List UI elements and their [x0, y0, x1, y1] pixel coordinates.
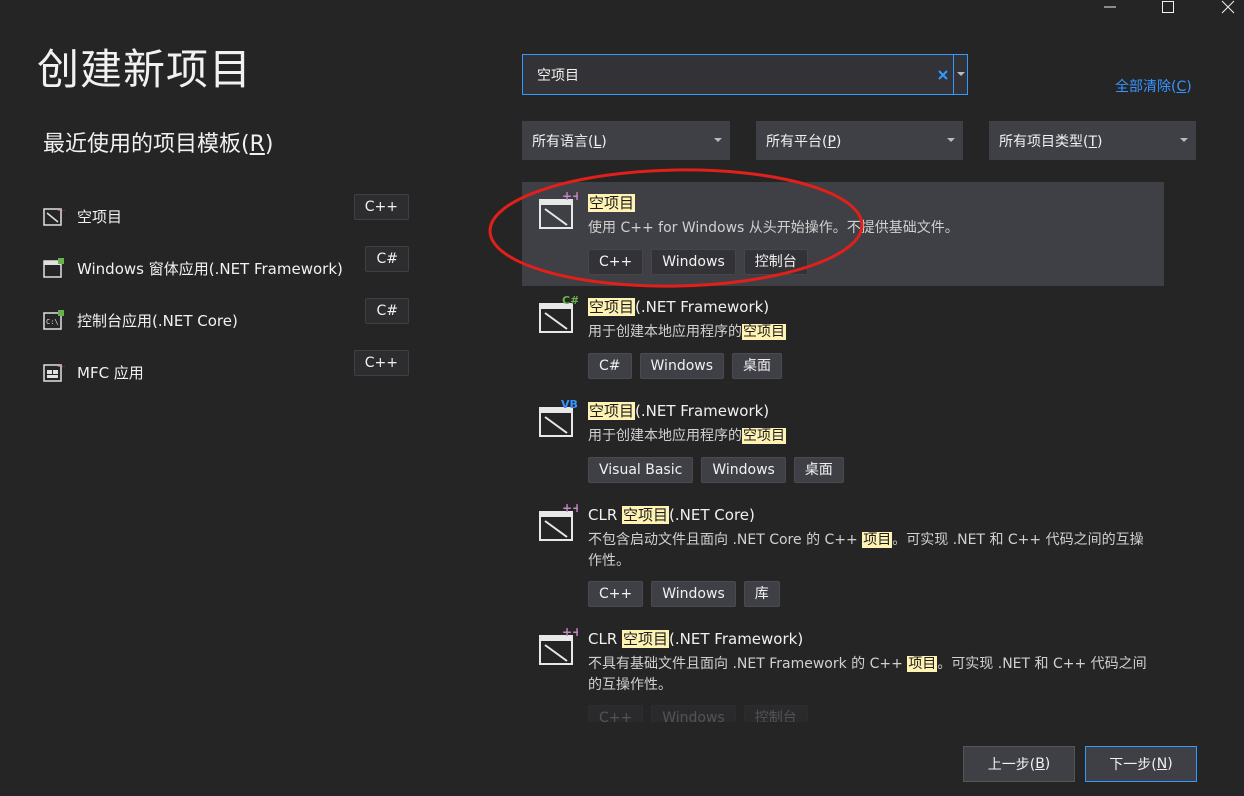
search-history-dropdown[interactable]	[953, 55, 967, 94]
project-type-filter-dropdown[interactable]: 所有项目类型(T)	[989, 121, 1196, 160]
svg-text:++: ++	[57, 362, 65, 371]
template-result-item[interactable]: ++ 空项目 使用 C++ for Windows 从头开始操作。不提供基础文件…	[522, 182, 1164, 286]
recent-item-windows-forms[interactable]: Windows 窗体应用(.NET Framework) C#	[43, 242, 409, 294]
tag-badge: Windows	[639, 353, 725, 379]
language-mark: ++	[562, 190, 578, 203]
tag-badge: Windows	[651, 705, 736, 722]
tag-badge: 控制台	[743, 705, 808, 722]
filter-label: 所有项目类型(T)	[999, 133, 1103, 150]
template-tags: C++ Windows 库	[588, 581, 780, 607]
language-mark: ++	[562, 626, 578, 639]
template-description: 不包含启动文件且面向 .NET Core 的 C++ 项目。可实现 .NET 和…	[588, 532, 1144, 569]
language-mark: VB	[561, 398, 578, 411]
tag-badge: 桌面	[732, 353, 783, 379]
template-search-input[interactable]	[523, 55, 933, 94]
page-title: 创建新项目	[37, 45, 253, 94]
language-badge: C++	[353, 194, 409, 220]
language-badge: C++	[353, 350, 409, 376]
empty-project-cpp-icon: ++	[539, 190, 578, 229]
recent-item-empty-project[interactable]: ++ 空项目 C++	[43, 190, 409, 242]
empty-project-vb-icon: VB	[539, 398, 578, 437]
search-clear-button[interactable]	[933, 55, 953, 94]
template-name: CLR 空项目(.NET Core)	[588, 506, 755, 524]
tag-badge: C++	[588, 249, 644, 275]
template-description: 使用 C++ for Windows 从头开始操作。不提供基础文件。	[588, 220, 959, 236]
chevron-down-icon	[956, 72, 965, 76]
close-button[interactable]	[1208, 0, 1244, 14]
svg-text:++: ++	[57, 206, 65, 215]
language-mark: C#	[562, 294, 578, 307]
maximize-button[interactable]	[1148, 0, 1188, 14]
template-description: 不具有基础文件且面向 .NET Framework 的 C++ 项目。可实现 .…	[588, 656, 1147, 693]
template-description: 用于创建本地应用程序的空项目	[588, 324, 786, 340]
language-badge: C#	[365, 298, 409, 324]
chevron-down-icon	[714, 138, 722, 142]
minimize-button[interactable]	[1090, 0, 1130, 14]
tag-badge: Windows	[651, 249, 736, 275]
tag-badge: Visual Basic	[588, 457, 694, 483]
template-name: 空项目	[588, 194, 636, 212]
filter-label: 所有语言(L)	[532, 133, 607, 150]
chevron-down-icon	[1180, 138, 1188, 142]
windows-forms-icon	[43, 258, 64, 278]
template-result-item[interactable]: ++ CLR 空项目(.NET Framework) 不具有基础文件且面向 .N…	[522, 618, 1164, 722]
back-button[interactable]: 上一步(B)	[963, 746, 1075, 782]
tag-badge: C++	[588, 581, 644, 607]
template-name: CLR 空项目(.NET Framework)	[588, 630, 804, 648]
tag-badge: Windows	[701, 457, 786, 483]
tag-badge: C++	[588, 705, 644, 722]
recent-item-label: Windows 窗体应用(.NET Framework)	[77, 259, 343, 278]
recent-item-mfc-app[interactable]: ++ MFC 应用 C++	[43, 346, 409, 398]
language-badge: C#	[365, 246, 409, 272]
filter-label: 所有平台(P)	[766, 133, 842, 150]
empty-project-cpp-icon: ++	[43, 206, 65, 226]
tag-badge: C#	[588, 353, 632, 379]
recent-item-label: MFC 应用	[77, 363, 144, 382]
template-name: 空项目(.NET Framework)	[588, 402, 770, 420]
clear-all-link[interactable]: 全部清除(C)	[1115, 76, 1192, 96]
template-result-item[interactable]: VB 空项目(.NET Framework) 用于创建本地应用程序的空项目 Vi…	[522, 390, 1164, 494]
empty-project-csharp-icon: C#	[539, 294, 578, 333]
recent-templates-heading: 最近使用的项目模板(R)	[43, 132, 274, 157]
recent-item-label: 空项目	[77, 207, 123, 226]
language-mark: ++	[562, 502, 578, 515]
template-tags: C++ Windows 控制台	[588, 249, 808, 275]
platform-filter-dropdown[interactable]: 所有平台(P)	[756, 121, 963, 160]
tag-badge: 控制台	[743, 249, 808, 275]
mfc-app-icon: ++	[43, 362, 65, 382]
template-tags: C# Windows 桌面	[588, 353, 783, 379]
template-result-item[interactable]: C# 空项目(.NET Framework) 用于创建本地应用程序的空项目 C#…	[522, 286, 1164, 390]
template-name: 空项目(.NET Framework)	[588, 298, 770, 316]
template-result-item[interactable]: ++ CLR 空项目(.NET Core) 不包含启动文件且面向 .NET Co…	[522, 494, 1164, 618]
next-button[interactable]: 下一步(N)	[1085, 746, 1197, 782]
recent-item-console-app[interactable]: C:\ 控制台应用(.NET Core) C#	[43, 294, 409, 346]
template-description: 用于创建本地应用程序的空项目	[588, 428, 786, 444]
chevron-down-icon	[947, 138, 955, 142]
recent-templates-list: ++ 空项目 C++ Windows 窗体应用(.NET Framework) …	[43, 190, 409, 398]
template-tags: Visual Basic Windows 桌面	[588, 457, 844, 483]
language-filter-dropdown[interactable]: 所有语言(L)	[522, 121, 730, 160]
maximize-icon	[1162, 1, 1174, 13]
tag-badge: Windows	[651, 581, 736, 607]
template-tags: C++ Windows 控制台	[588, 705, 808, 722]
minimize-icon	[1104, 6, 1116, 8]
close-icon	[1221, 0, 1235, 14]
console-app-icon: C:\	[43, 310, 64, 330]
tag-badge: 库	[743, 581, 780, 607]
clr-empty-project-icon: ++	[539, 626, 578, 665]
svg-text:C:\: C:\	[46, 318, 59, 326]
template-search-box	[522, 54, 968, 95]
template-results-list: ++ 空项目 使用 C++ for Windows 从头开始操作。不提供基础文件…	[522, 182, 1164, 722]
clr-empty-project-icon: ++	[539, 502, 578, 541]
clear-x-icon	[938, 69, 948, 80]
recent-item-label: 控制台应用(.NET Core)	[77, 311, 238, 330]
tag-badge: 桌面	[793, 457, 844, 483]
